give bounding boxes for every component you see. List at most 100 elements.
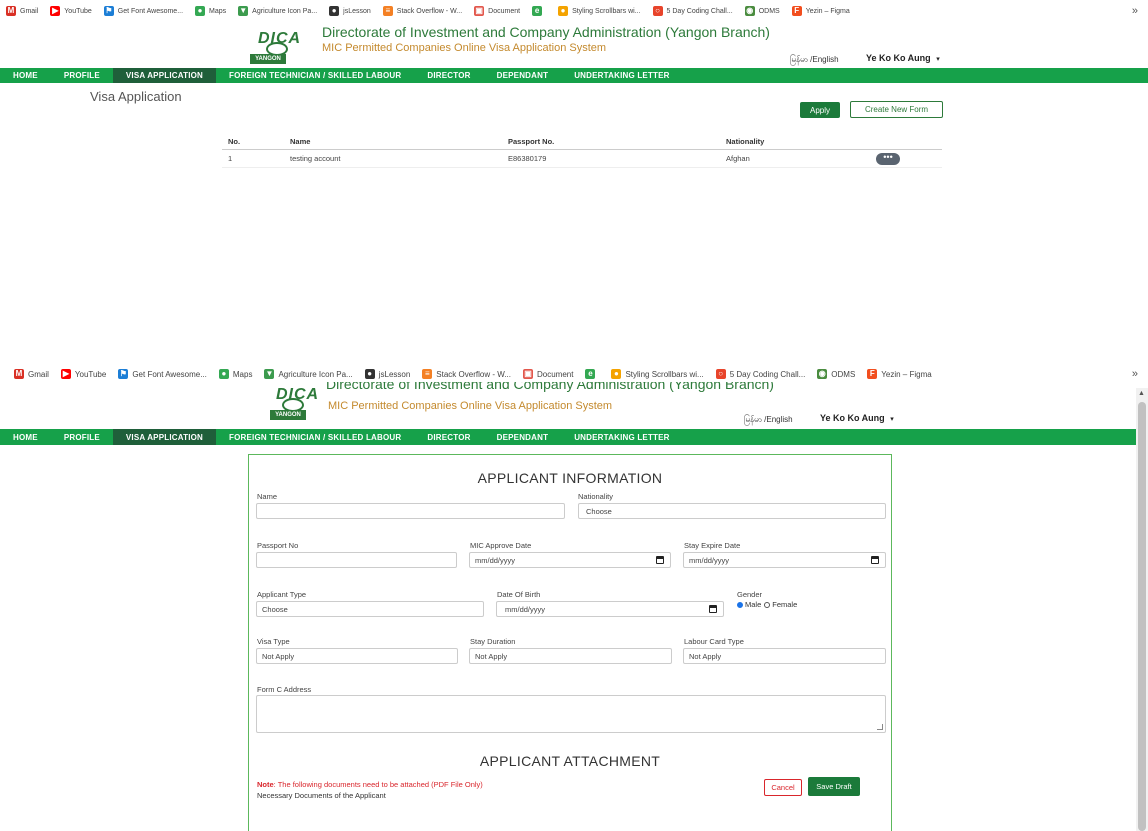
bookmark-item[interactable]: ◉ ODMS (817, 369, 855, 379)
bookmark-item[interactable]: ○ 5 Day Coding Chall... (715, 369, 806, 379)
bookmarks-overflow-icon[interactable]: » (1132, 5, 1138, 17)
bookmark-item[interactable]: M Gmail (6, 6, 38, 16)
calendar-icon[interactable] (656, 556, 664, 564)
name-input[interactable] (256, 503, 565, 519)
bookmark-item[interactable]: ● jsLesson (364, 369, 410, 379)
stay-expire-date-input[interactable]: mm/dd/yyyy (683, 552, 886, 568)
bookmark-label: Gmail (20, 7, 39, 15)
table-header-row: No. Name Passport No. Nationality (222, 134, 942, 150)
bookmark-item[interactable]: ⚑ Get Font Awesome... (103, 6, 183, 16)
dica-logo[interactable]: DICA YANGON (270, 384, 330, 420)
bookmark-label: Yezin – Figma (805, 7, 850, 15)
form-c-address-textarea[interactable] (256, 695, 886, 733)
more-actions-icon[interactable]: ••• (876, 152, 900, 165)
nav-item-profile[interactable]: PROFILE (51, 429, 113, 445)
bookmark-label: ODMS (758, 7, 780, 15)
user-name: Ye Ko Ko Aung (866, 53, 931, 63)
bookmark-item[interactable]: e (532, 6, 546, 16)
apply-button[interactable]: Apply (800, 102, 840, 118)
note-text: : The following documents need to be att… (273, 780, 483, 789)
calendar-icon[interactable] (871, 556, 879, 564)
date-of-birth-label: Date Of Birth (497, 590, 541, 599)
nationality-label: Nationality (578, 492, 614, 501)
bookmark-item[interactable]: ⚑ Get Font Awesome... (118, 369, 207, 379)
user-menu[interactable]: Ye Ko Ko Aung ▾ (866, 53, 940, 63)
bookmark-item[interactable]: M Gmail (14, 369, 49, 379)
calendar-icon[interactable] (709, 605, 717, 613)
mic-approve-date-input[interactable]: mm/dd/yyyy (469, 552, 671, 568)
bookmark-item[interactable]: ● Styling Scrollbars wi... (558, 6, 641, 16)
stay-duration-label: Stay Duration (470, 637, 516, 646)
site-title: Directorate of Investment and Company Ad… (322, 24, 770, 40)
nav-item-visa-application[interactable]: VISA APPLICATION (112, 68, 217, 83)
bookmark-item[interactable]: ● Maps (195, 6, 226, 16)
user-menu[interactable]: Ye Ko Ko Aung ▾ (820, 413, 894, 423)
document-icon: ▣ (522, 369, 533, 379)
scroll-up-icon[interactable]: ▲ (1138, 390, 1145, 397)
nav-item-director[interactable]: DIRECTOR (414, 429, 483, 445)
nav-item-dependant[interactable]: DEPENDANT (484, 68, 562, 83)
page-scrollbar[interactable]: ▲ (1136, 388, 1148, 831)
bookmark-item[interactable]: ○ 5 Day Coding Chall... (652, 6, 733, 16)
visa-type-label: Visa Type (257, 637, 290, 646)
create-new-form-button[interactable]: Create New Form (850, 101, 943, 118)
bookmark-item[interactable]: F Yezin – Figma (791, 6, 850, 16)
language-switch[interactable]: မြန်မာ /English (790, 54, 839, 66)
bookmark-item[interactable]: ▣ Document (522, 369, 573, 379)
stay-duration-select[interactable]: Not Apply (469, 648, 672, 664)
bookmark-item[interactable]: F Yezin – Figma (867, 369, 932, 379)
stackoverflow-icon: ≡ (422, 369, 433, 379)
bookmark-item[interactable]: ● Maps (218, 369, 253, 379)
bookmark-item[interactable]: ● Styling Scrollbars wi... (611, 369, 704, 379)
bookmark-item[interactable]: ◉ ODMS (744, 6, 780, 16)
bookmark-label: 5 Day Coding Chall... (729, 369, 806, 379)
applicant-type-select[interactable]: Choose (256, 601, 484, 617)
bookmark-label: Styling Scrollbars wi... (625, 369, 704, 379)
bookmark-label: Maps (209, 7, 227, 15)
stackoverflow-icon: ≡ (382, 6, 393, 16)
nav-item-home[interactable]: HOME (0, 429, 51, 445)
nav-item-foreign-technician-skilled-labour[interactable]: FOREIGN TECHNICIAN / SKILLED LABOUR (216, 429, 414, 445)
chevron-down-icon: ▾ (936, 56, 940, 63)
yangon-badge: YANGON (250, 54, 286, 64)
visa-type-select[interactable]: Not Apply (256, 648, 458, 664)
date-of-birth-input[interactable]: mm/dd/yyyy (496, 601, 724, 617)
agriculture-icon: ▼ (238, 6, 249, 16)
scrollbar-thumb[interactable] (1138, 402, 1146, 831)
resize-handle-icon[interactable] (877, 724, 883, 730)
main-nav: HOME PROFILE VISA APPLICATION FOREIGN TECHN… (0, 68, 1148, 83)
bookmark-item[interactable]: ▶ YouTube (60, 369, 106, 379)
nav-item-undertaking-letter[interactable]: UNDERTAKING LETTER (561, 429, 682, 445)
nav-item-home[interactable]: HOME (0, 68, 51, 83)
bookmark-item[interactable]: e (585, 369, 599, 379)
bookmark-label: Yezin – Figma (881, 369, 932, 379)
font-awesome-icon: ⚑ (103, 6, 114, 16)
bookmarks-overflow-icon[interactable]: » (1132, 368, 1138, 380)
bookmark-item[interactable]: ▶ YouTube (50, 6, 92, 16)
gender-female-radio[interactable] (764, 601, 771, 608)
save-draft-button[interactable]: Save Draft (808, 777, 860, 796)
language-switch[interactable]: မြန်မာ /English (744, 414, 793, 426)
bookmark-item[interactable]: ▼ Agriculture Icon Pa... (238, 6, 317, 16)
nav-item-dependant[interactable]: DEPENDANT (484, 429, 562, 445)
bookmark-label: Maps (232, 369, 253, 379)
bookmark-item[interactable]: ≡ Stack Overflow - W... (422, 369, 511, 379)
user-name: Ye Ko Ko Aung (820, 413, 885, 423)
site-subtitle: MIC Permitted Companies Online Visa Appl… (328, 400, 613, 412)
nav-item-visa-application[interactable]: VISA APPLICATION (112, 429, 217, 445)
dica-logo[interactable]: DICA YANGON (250, 24, 320, 64)
nav-item-foreign-technician-skilled-labour[interactable]: FOREIGN TECHNICIAN / SKILLED LABOUR (216, 68, 414, 83)
bookmark-item[interactable]: ≡ Stack Overflow - W... (382, 6, 462, 16)
jslesson-icon: ● (329, 6, 340, 16)
nav-item-profile[interactable]: PROFILE (51, 68, 113, 83)
bookmark-item[interactable]: ▼ Agriculture Icon Pa... (264, 369, 353, 379)
nav-item-undertaking-letter[interactable]: UNDERTAKING LETTER (561, 68, 682, 83)
cancel-button[interactable]: Cancel (764, 779, 802, 796)
bookmark-item[interactable]: ● jsLesson (329, 6, 371, 16)
bookmark-item[interactable]: ▣ Document (474, 6, 520, 16)
labour-card-type-select[interactable]: Not Apply (683, 648, 886, 664)
passport-input[interactable] (256, 552, 457, 568)
gender-male-radio[interactable] (737, 601, 743, 608)
nationality-select[interactable]: Choose (578, 503, 886, 519)
nav-item-director[interactable]: DIRECTOR (414, 68, 483, 83)
